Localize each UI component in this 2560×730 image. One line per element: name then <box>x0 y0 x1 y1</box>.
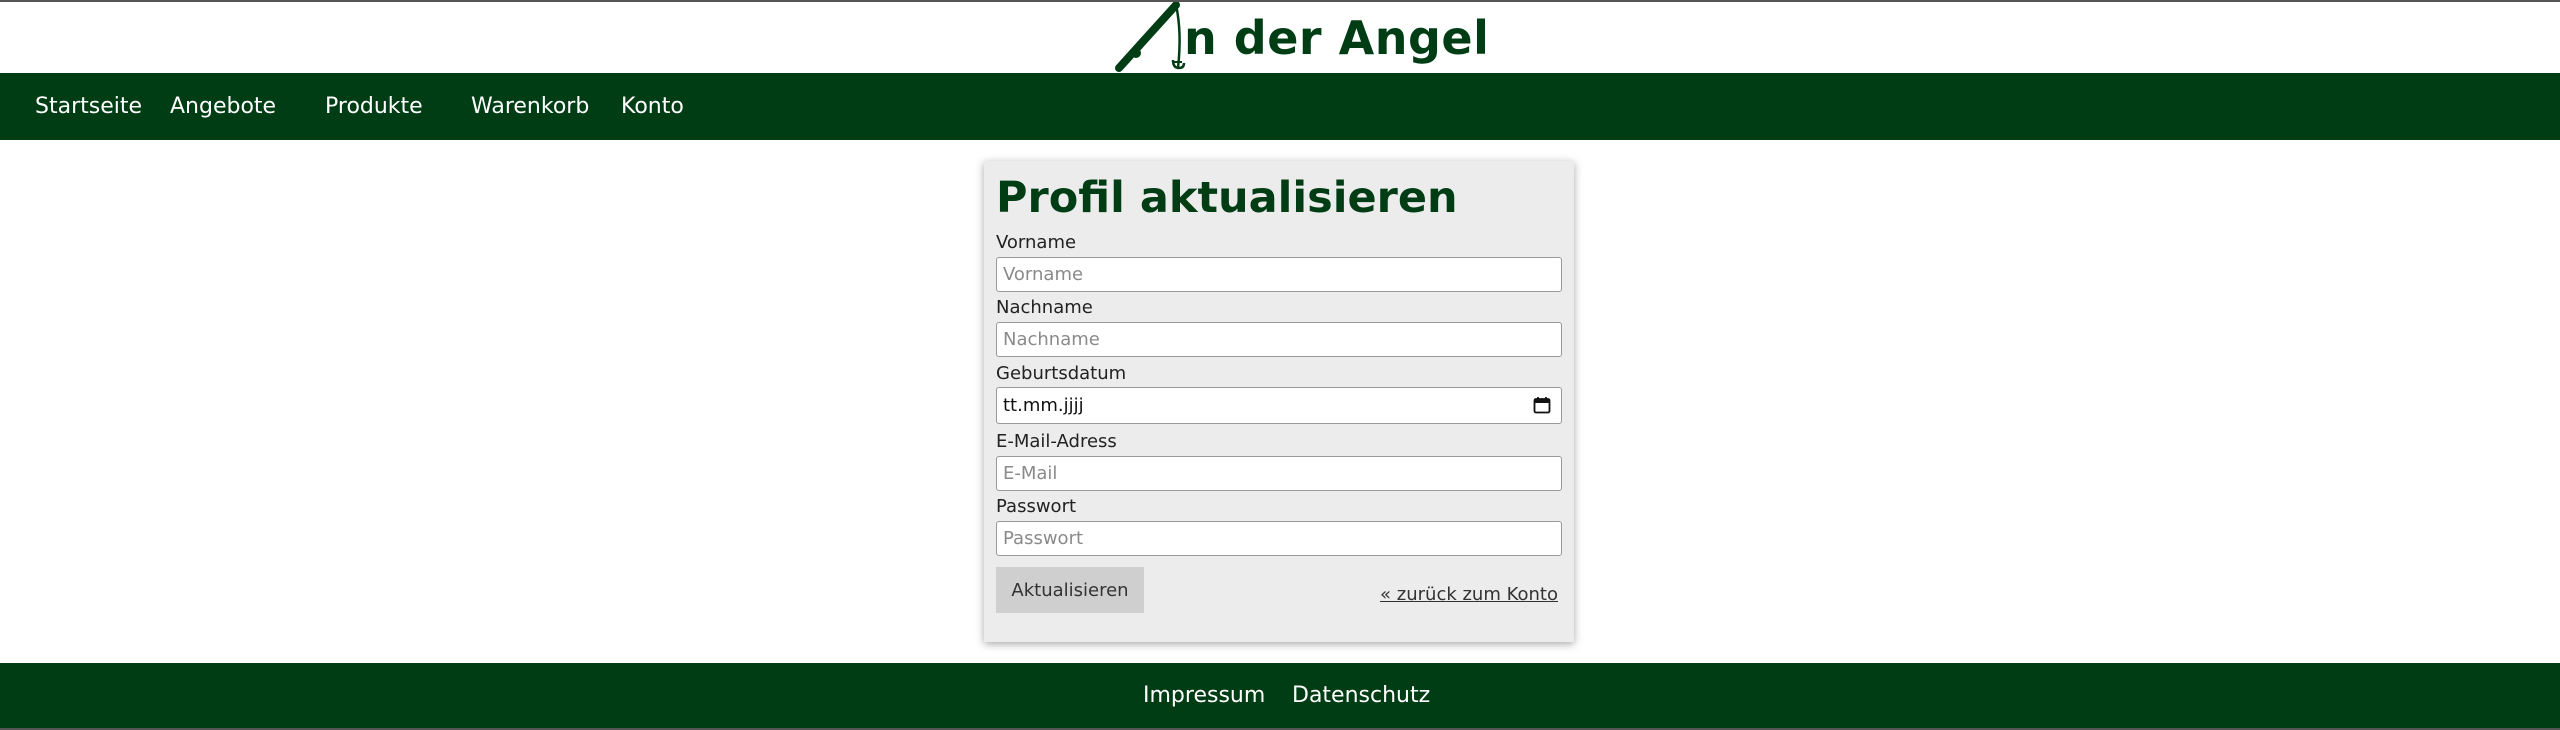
date-placeholder: tt.mm.jjjj <box>1003 395 1084 416</box>
nav-item-warenkorb[interactable]: Warenkorb <box>471 73 589 140</box>
nav-item-konto[interactable]: Konto <box>621 73 684 140</box>
main-navigation: Startseite Angebote Produkte Warenkorb K… <box>0 73 2560 140</box>
page-title: Profil aktualisieren <box>996 173 1458 223</box>
footer-link-datenschutz[interactable]: Datenschutz <box>1292 663 1430 728</box>
footer-link-impressum[interactable]: Impressum <box>1143 663 1265 728</box>
email-input[interactable] <box>996 456 1562 491</box>
logo-text: n der Angel <box>1184 10 1490 65</box>
nav-item-startseite[interactable]: Startseite <box>35 73 142 140</box>
fishing-rod-icon <box>1115 2 1186 72</box>
site-logo[interactable]: n der Angel <box>1112 2 1489 73</box>
passwort-label: Passwort <box>996 496 1077 517</box>
nachname-input[interactable] <box>996 322 1562 357</box>
vorname-label: Vorname <box>996 232 1077 253</box>
geburtsdatum-label: Geburtsdatum <box>996 363 1127 384</box>
logo-bar: n der Angel <box>0 2 2560 73</box>
calendar-icon[interactable] <box>1533 396 1551 414</box>
passwort-input[interactable] <box>996 521 1562 556</box>
back-to-account-link[interactable]: « zurück zum Konto <box>1380 584 1558 605</box>
email-label: E-Mail-Adress <box>996 431 1117 452</box>
nav-item-angebote[interactable]: Angebote <box>170 73 276 140</box>
nachname-label: Nachname <box>996 297 1093 318</box>
vorname-input[interactable] <box>996 257 1562 292</box>
profile-update-card: Profil aktualisieren Vorname Nachname Ge… <box>984 161 1574 642</box>
update-button[interactable]: Aktualisieren <box>996 567 1144 613</box>
nav-item-produkte[interactable]: Produkte <box>325 73 423 140</box>
site-footer: Impressum Datenschutz <box>0 663 2560 728</box>
geburtsdatum-input[interactable]: tt.mm.jjjj <box>996 387 1562 424</box>
